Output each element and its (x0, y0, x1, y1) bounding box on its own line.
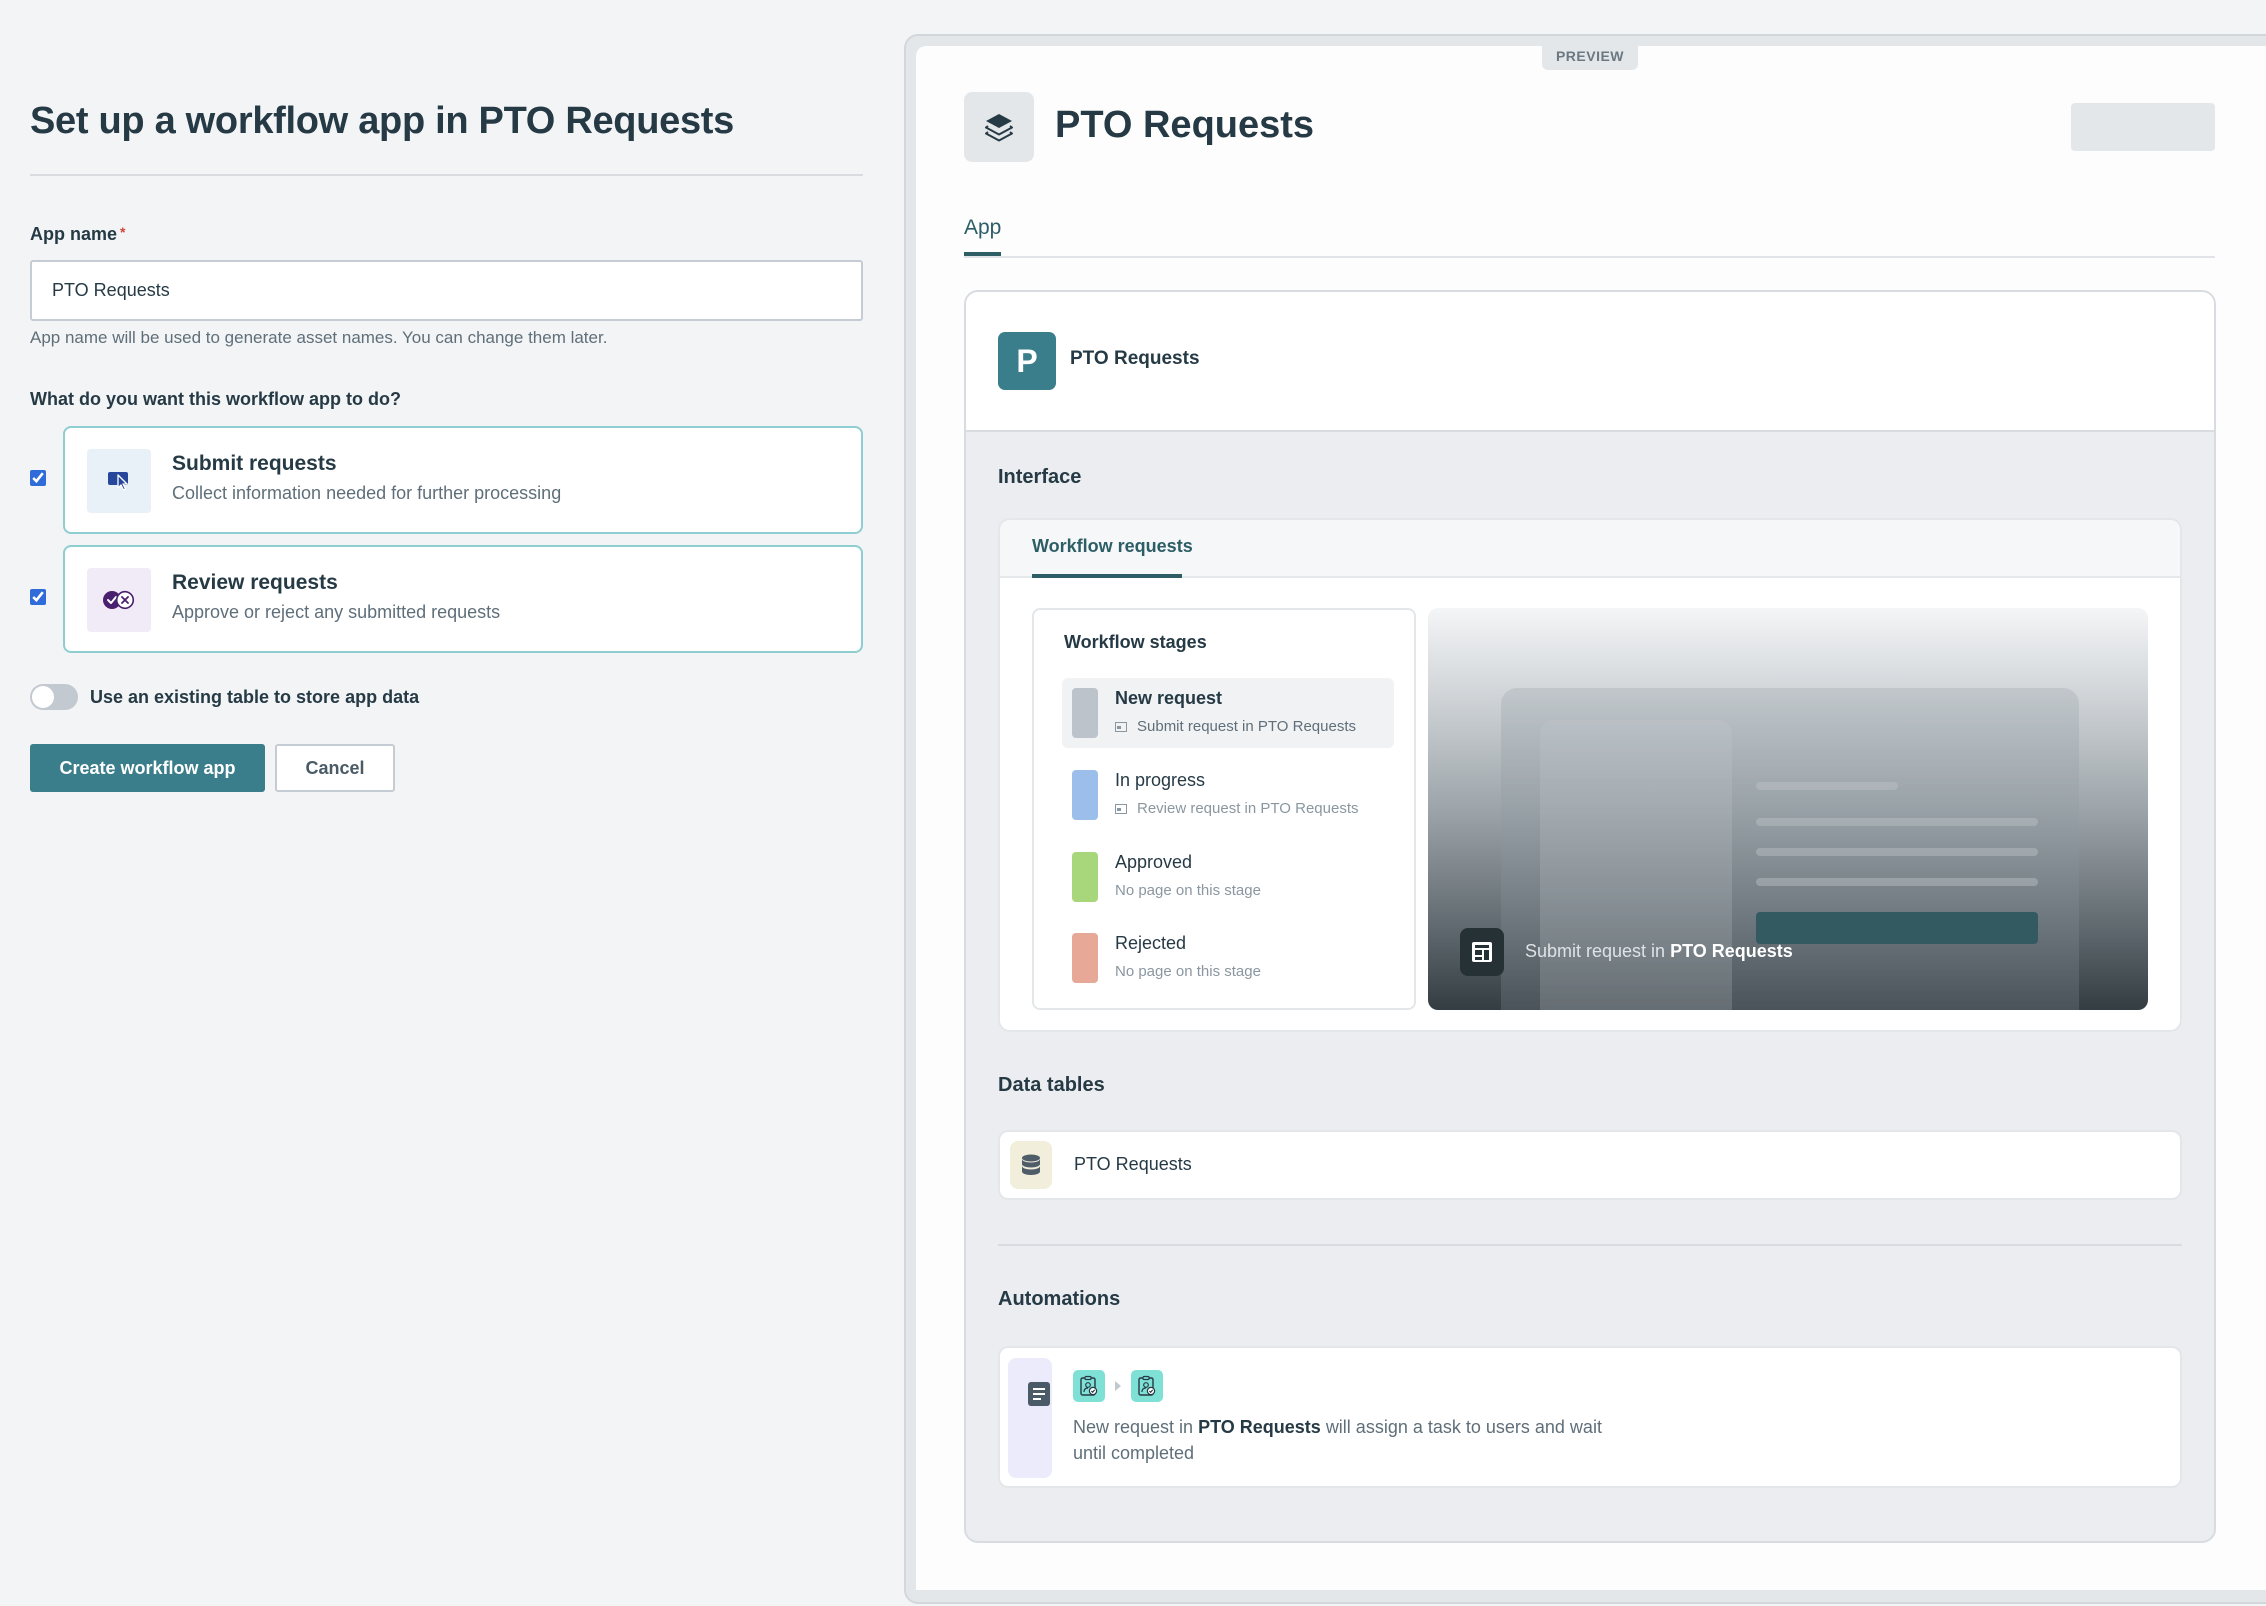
stage-name: In progress (1115, 770, 1206, 790)
automation-description: New request in PTO Requests will assign … (1073, 1414, 1633, 1466)
stage-in-progress[interactable]: In progress Review request in PTO Reques… (1062, 760, 1394, 830)
cursor-click-icon (87, 449, 151, 513)
workflow-stages-title: Workflow stages (1064, 632, 1207, 652)
stage-subtitle: No page on this stage (1115, 882, 1261, 899)
submit-requests-card[interactable]: Submit requests Collect information need… (63, 426, 863, 534)
data-table-item[interactable]: PTO Requests (998, 1130, 2182, 1200)
stage-color-swatch (1072, 688, 1098, 738)
page-preview-thumbnail[interactable]: Submit request in PTO Requests (1428, 608, 2148, 1010)
mock-line (1756, 878, 2038, 886)
review-requests-card[interactable]: Review requests Approve or reject any su… (63, 545, 863, 653)
workflow-stages-panel: Workflow stages New request Submit reque… (1032, 608, 1416, 1010)
app-name-hint: App name will be used to generate asset … (30, 328, 608, 347)
preview-badge: PREVIEW (1542, 44, 1638, 70)
task-assign-icon (1131, 1370, 1163, 1402)
automation-steps (1073, 1370, 1163, 1402)
data-tables-heading: Data tables (998, 1074, 1105, 1096)
task-assign-icon (1073, 1370, 1105, 1402)
mock-line (1756, 818, 2038, 826)
project-avatar: P (998, 332, 1056, 390)
page-layout-icon (1460, 928, 1504, 976)
app-name-label-text: App name (30, 224, 118, 244)
database-icon (1010, 1141, 1052, 1189)
required-marker: * (120, 224, 126, 240)
page-icon (1115, 721, 1127, 732)
review-requests-checkbox[interactable] (30, 589, 46, 605)
approve-reject-icon (87, 568, 151, 632)
mock-page-sidebar (1540, 720, 1732, 1010)
stage-name: New request (1115, 688, 1223, 708)
project-name: PTO Requests (1070, 348, 1200, 369)
toggle-knob (32, 686, 54, 708)
page-icon (1115, 803, 1127, 814)
stage-color-swatch (1072, 770, 1098, 820)
app-name-label: App name * (30, 224, 125, 245)
stage-subtitle: Submit request in PTO Requests (1115, 718, 1356, 735)
existing-table-toggle[interactable] (30, 684, 78, 710)
page-preview-caption: Submit request in PTO Requests (1525, 941, 1793, 962)
stage-name: Approved (1115, 852, 1193, 872)
option-submit-requests: Submit requests Collect information need… (30, 426, 863, 534)
option-review-requests: Review requests Approve or reject any su… (30, 545, 863, 653)
purpose-question: What do you want this workflow app to do… (30, 389, 401, 409)
caption-prefix: Submit request in (1525, 941, 1666, 961)
tab-divider (964, 256, 2215, 258)
interface-heading: Interface (998, 466, 1082, 488)
app-content-card: P PTO Requests Interface Workflow reques… (964, 290, 2216, 1543)
automations-heading: Automations (998, 1288, 1121, 1310)
existing-table-toggle-row: Use an existing table to store app data (30, 684, 419, 710)
mock-line (1756, 848, 2038, 856)
option-description: Collect information needed for further p… (172, 483, 562, 503)
data-table-name: PTO Requests (1074, 1154, 1192, 1174)
option-description: Approve or reject any submitted requests (172, 602, 501, 622)
app-name-input[interactable] (30, 260, 863, 321)
document-icon (1028, 1382, 1050, 1406)
mock-button (1756, 912, 2038, 944)
layers-icon (964, 92, 1034, 162)
interface-tabs: Workflow requests (1000, 520, 2180, 578)
automation-text-target: PTO Requests (1198, 1417, 1321, 1437)
stage-color-swatch (1072, 933, 1098, 983)
submit-requests-checkbox[interactable] (30, 470, 46, 486)
interface-card: Workflow requests Workflow stages New re… (998, 518, 2182, 1032)
stage-approved[interactable]: Approved No page on this stage (1062, 842, 1394, 912)
page-title: Set up a workflow app in PTO Requests (30, 100, 734, 142)
automation-item[interactable]: New request in PTO Requests will assign … (998, 1346, 2182, 1488)
title-divider (30, 174, 863, 176)
stage-name: Rejected (1115, 933, 1187, 953)
header-action-placeholder (2071, 103, 2215, 151)
caption-target: PTO Requests (1670, 941, 1793, 961)
section-divider (998, 1244, 2182, 1246)
stage-subtitle: No page on this stage (1115, 963, 1261, 980)
option-title: Submit requests (172, 452, 337, 475)
cancel-button[interactable]: Cancel (275, 744, 395, 792)
mock-line (1756, 782, 1898, 790)
existing-table-toggle-label: Use an existing table to store app data (90, 686, 420, 707)
stage-new-request[interactable]: New request Submit request in PTO Reques… (1062, 678, 1394, 748)
stage-subtitle-text: Submit request in PTO Requests (1137, 718, 1356, 735)
create-workflow-app-button[interactable]: Create workflow app (30, 744, 265, 792)
option-title: Review requests (172, 571, 338, 594)
project-header: P PTO Requests (966, 292, 2214, 432)
tab-app[interactable]: App (964, 216, 1001, 240)
tab-active-indicator (1032, 574, 1182, 578)
stage-color-swatch (1072, 852, 1098, 902)
step-arrow-icon (1115, 1381, 1121, 1391)
stage-subtitle: Review request in PTO Requests (1115, 800, 1359, 817)
stage-rejected[interactable]: Rejected No page on this stage (1062, 923, 1394, 993)
stage-subtitle-text: Review request in PTO Requests (1137, 800, 1359, 817)
automation-type-rail (1008, 1358, 1052, 1478)
tab-workflow-requests[interactable]: Workflow requests (1032, 536, 1193, 557)
automation-text-prefix: New request in (1073, 1417, 1194, 1437)
preview-app-title: PTO Requests (1055, 104, 1315, 146)
